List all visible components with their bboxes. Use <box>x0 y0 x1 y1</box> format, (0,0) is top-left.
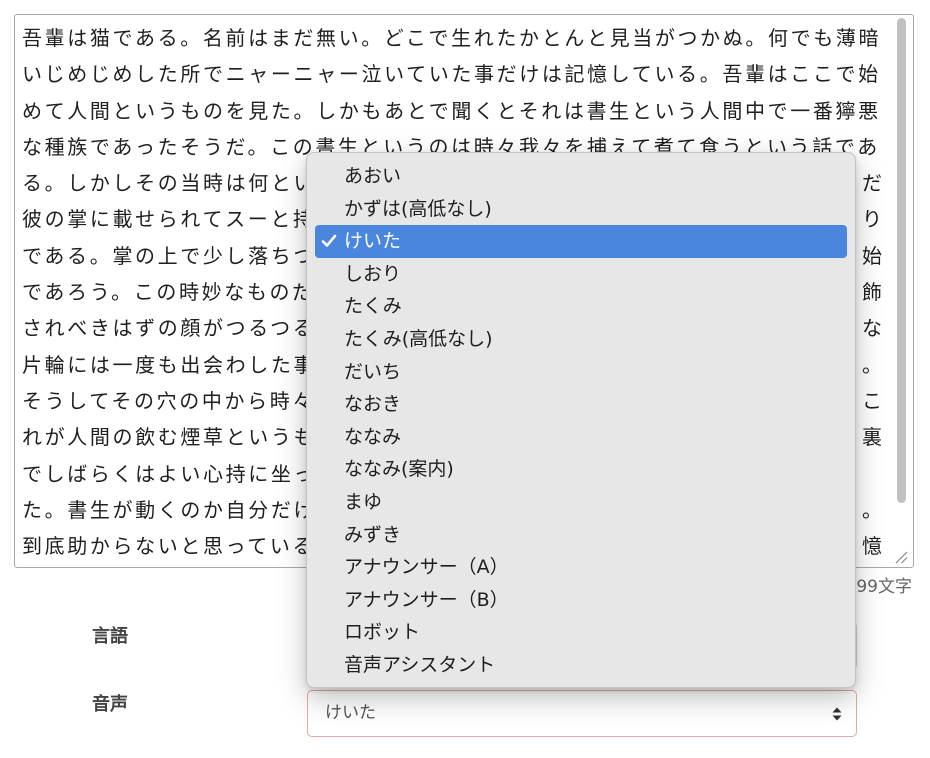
text-line: いじめじめした所でニャーニャー泣いていた事だけは記憶している。吾輩はここで始 <box>22 56 882 92</box>
resize-handle-icon[interactable] <box>892 548 908 564</box>
check-icon <box>321 234 337 247</box>
text-line-start: めて人間というものを見た。しかもあとで聞くとそれは書生という人間中で一番獰悪 <box>22 98 881 123</box>
voice-option-label: アナウンサー（B） <box>344 588 509 611</box>
voice-option-label: なおき <box>344 393 402 416</box>
text-line-end: だ <box>862 165 882 201</box>
voice-label: 音声 <box>92 694 128 715</box>
voice-select[interactable]: けいた <box>307 690 857 737</box>
text-line-end: 。 <box>862 347 882 383</box>
voice-option[interactable]: まゆ <box>315 486 847 519</box>
text-line-start: 片輪には一度も出会わした事 <box>22 352 317 377</box>
voice-option-label: まゆ <box>344 490 383 513</box>
select-arrows-icon <box>832 707 842 721</box>
text-line-start: 到底助からないと思っている <box>22 534 316 559</box>
text-line-start: されべきはずの顔がつるつる <box>22 316 316 341</box>
voice-option-label: けいた <box>344 230 402 253</box>
voice-option-label: あおい <box>344 165 402 187</box>
text-line-end: 憶 <box>862 528 882 564</box>
text-line-start: 彼の掌に載せられてスーと持 <box>22 207 316 232</box>
voice-option[interactable]: けいた <box>315 225 847 258</box>
voice-option[interactable]: あおい <box>315 160 847 193</box>
voice-option-label: みずき <box>344 523 402 546</box>
text-line-end: 裏 <box>862 419 882 455</box>
voice-option[interactable]: ななみ(案内) <box>315 453 847 486</box>
voice-option[interactable]: たくみ <box>315 290 847 323</box>
voice-option-label: 音声アシスタント <box>344 653 496 676</box>
text-line-end: り <box>862 201 882 237</box>
voice-option-label: しおり <box>344 262 402 285</box>
voice-option[interactable]: たくみ(高低なし) <box>315 323 847 356</box>
voice-select-value: けいた <box>325 703 376 723</box>
voice-option-label: かずは(高低なし) <box>344 197 492 220</box>
text-line-end: 飾 <box>862 274 882 310</box>
voice-option-label: たくみ(高低なし) <box>344 327 493 350</box>
text-line-start: る。しかしその当時は何とい <box>22 171 317 196</box>
text-line-end: な <box>862 310 882 346</box>
text-line-start: であろう。この時妙なものだ <box>22 280 315 305</box>
voice-dropdown-menu: あおい かずは(高低なし) けいた しおり たくみ たくみ(高低なし) だいち … <box>306 152 856 688</box>
voice-option[interactable]: だいち <box>315 356 847 389</box>
voice-option-label: アナウンサー（A） <box>344 556 509 579</box>
text-line: 吾輩は猫である。名前はまだ無い。どこで生れたかとんと見当がつかぬ。何でも薄暗 <box>22 20 882 56</box>
text-line-end: 始 <box>862 238 882 274</box>
voice-option[interactable]: みずき <box>315 519 847 552</box>
text-line-start: れが人間の飲む煙草というも <box>22 425 317 450</box>
voice-option[interactable]: アナウンサー（B） <box>315 584 847 617</box>
voice-option-label: たくみ <box>344 295 402 318</box>
voice-option[interactable]: ロボット <box>315 616 847 649</box>
text-line-start: である。掌の上で少し落ちつ <box>22 243 316 268</box>
text-line-end: こ <box>862 383 882 419</box>
voice-option[interactable]: 音声アシスタント <box>315 649 847 682</box>
voice-option-label: ななみ(案内) <box>344 458 454 481</box>
scrollbar-thumb[interactable] <box>897 18 906 503</box>
voice-option[interactable]: しおり <box>315 258 847 291</box>
text-line-start: でしばらくはよい心持に坐っ <box>22 461 317 486</box>
voice-option-label: ななみ <box>344 425 402 448</box>
text-line-start: そうしてその穴の中から時々 <box>22 388 315 413</box>
voice-option-label: ロボット <box>344 621 421 644</box>
char-count: 99文字 <box>856 577 912 597</box>
voice-option[interactable]: かずは(高低なし) <box>315 193 847 226</box>
voice-option[interactable]: なおき <box>315 388 847 421</box>
text-line-start: いじめじめした所でニャーニャー泣いていた事だけは記憶している。吾輩はここで始 <box>22 62 881 87</box>
language-label: 言語 <box>92 626 128 647</box>
text-line: めて人間というものを見た。しかもあとで聞くとそれは書生という人間中で一番獰悪 <box>22 93 882 129</box>
voice-option-label: だいち <box>344 360 402 383</box>
text-line-start: た。書生が動くのか自分だけ <box>22 497 317 522</box>
text-line-start: 吾輩は猫である。名前はまだ無い。どこで生れたかとんと見当がつかぬ。何でも薄暗 <box>22 26 882 50</box>
voice-option[interactable]: ななみ <box>315 421 847 454</box>
voice-option[interactable]: アナウンサー（A） <box>315 551 847 584</box>
text-line-end: 。 <box>862 492 882 528</box>
